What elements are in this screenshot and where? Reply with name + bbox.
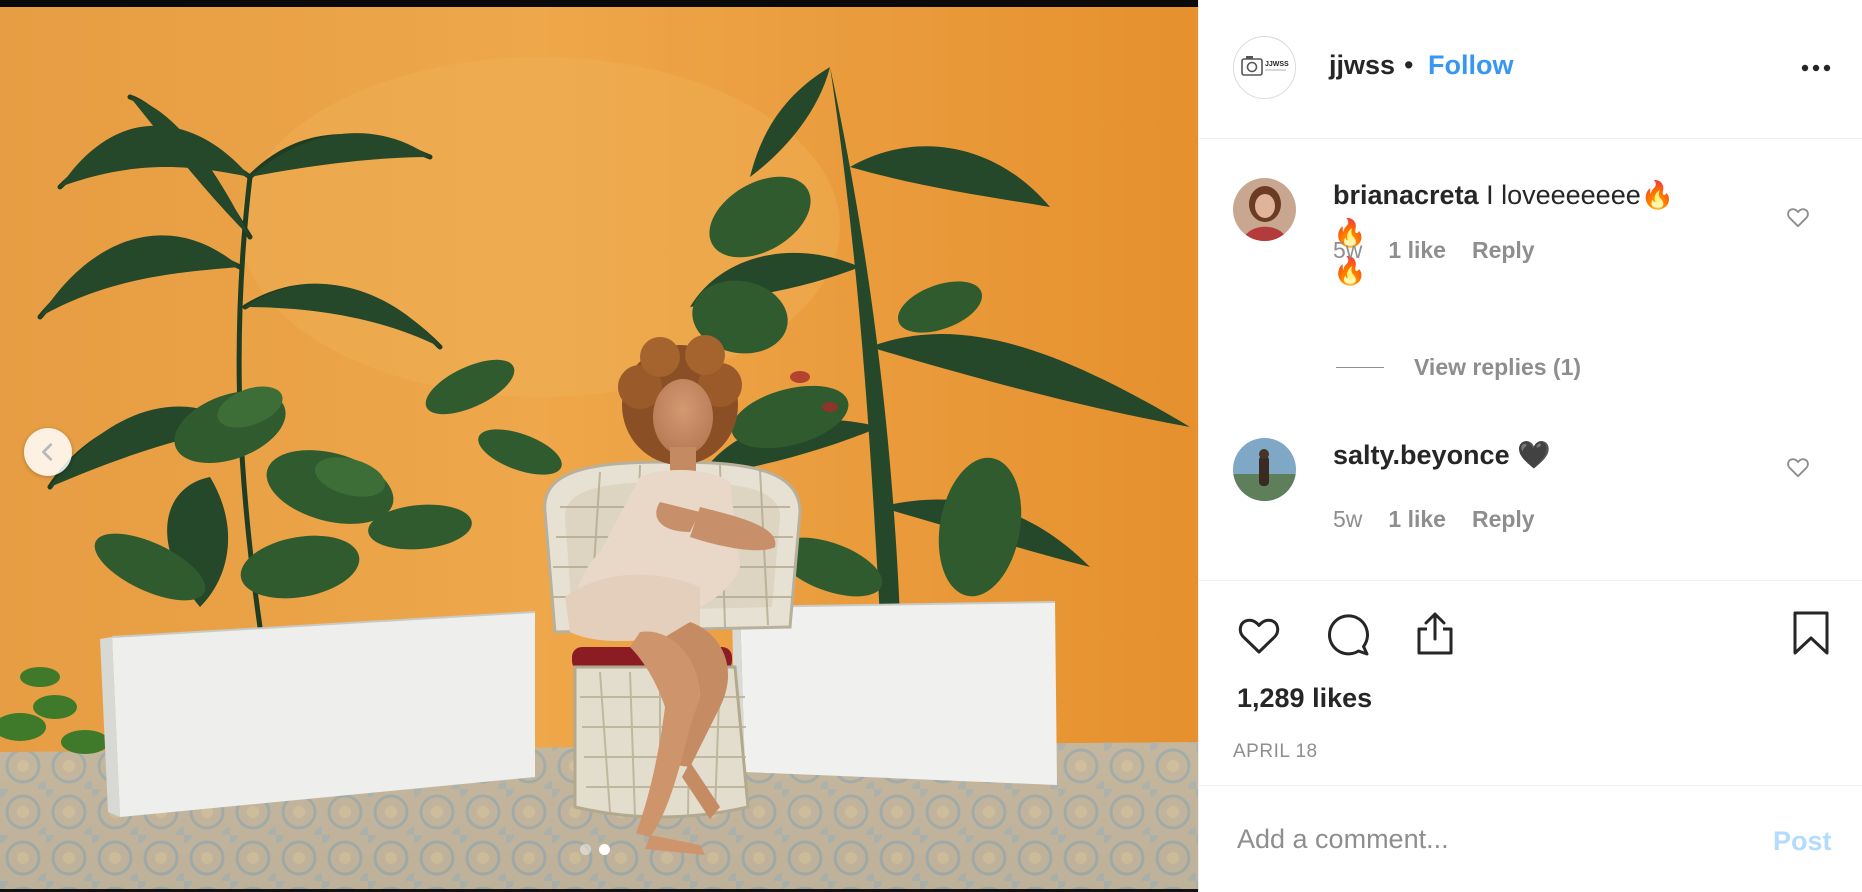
comment-username[interactable]: salty.beyonce <box>1333 440 1510 470</box>
view-replies-button[interactable]: View replies (1) <box>1336 354 1581 381</box>
post-photo-panel <box>0 0 1198 892</box>
post-photo[interactable] <box>0 7 1198 889</box>
avatar[interactable] <box>1233 178 1296 241</box>
previous-photo-button[interactable] <box>24 428 72 476</box>
post-author-username[interactable]: jjwss <box>1329 50 1395 81</box>
heart-icon[interactable] <box>1235 611 1283 659</box>
comment-age: 5w <box>1333 506 1363 532</box>
comment-meta: 5w 1 like Reply <box>1333 506 1535 533</box>
likes-count[interactable]: 1,289 likes <box>1237 683 1372 714</box>
photo-top-edge <box>0 0 1198 7</box>
replies-divider-line <box>1336 367 1384 368</box>
user-photo-icon <box>1233 438 1296 501</box>
comments-list: brianacreta I loveeeeeee🔥 🔥 🔥 5w 1 like … <box>1199 140 1862 580</box>
comment-meta: 5w 1 like Reply <box>1333 237 1535 264</box>
comment-body: brianacreta I loveeeeeee🔥 🔥 🔥 <box>1333 176 1693 290</box>
carousel-dot-active <box>599 844 610 855</box>
post-comment-button[interactable]: Post <box>1773 826 1832 857</box>
svg-text:JJWSS: JJWSS <box>1265 61 1289 68</box>
post-date[interactable]: APRIL 18 <box>1233 741 1318 763</box>
avatar[interactable] <box>1233 438 1296 501</box>
avatar[interactable]: JJWSS <box>1233 36 1296 99</box>
camera-logo-icon: JJWSS <box>1241 56 1289 76</box>
bookmark-icon[interactable] <box>1787 609 1835 657</box>
comment-like-heart-icon[interactable] <box>1785 204 1811 230</box>
share-icon[interactable] <box>1411 609 1459 657</box>
comment-like-heart-icon[interactable] <box>1785 454 1811 480</box>
view-replies-label[interactable]: View replies (1) <box>1414 354 1581 381</box>
comment-likes-count[interactable]: 1 like <box>1388 506 1446 533</box>
comment-input[interactable] <box>1237 816 1737 862</box>
follow-button[interactable]: Follow <box>1428 50 1513 81</box>
comment-body: salty.beyonce 🖤 <box>1333 436 1693 474</box>
comment-message: 🖤 <box>1517 440 1551 470</box>
comment-icon[interactable] <box>1325 611 1373 659</box>
post-actions: 1,289 likes APRIL 18 <box>1199 580 1862 785</box>
add-comment-section: Post <box>1199 785 1862 892</box>
header-separator: • <box>1404 50 1414 80</box>
post-header: JJWSS jjwss • Follow <box>1199 0 1862 139</box>
user-photo-icon <box>1233 178 1296 241</box>
comment-likes-count[interactable]: 1 like <box>1388 237 1446 264</box>
carousel-indicator <box>580 844 610 855</box>
reply-button[interactable]: Reply <box>1472 506 1535 533</box>
chevron-left-icon <box>42 443 53 461</box>
post-side-panel: JJWSS jjwss • Follow brianacreta I lovee… <box>1198 0 1862 892</box>
more-options-button[interactable] <box>1799 54 1833 82</box>
more-horizontal-icon <box>1801 64 1831 72</box>
comment-username[interactable]: brianacreta <box>1333 180 1479 210</box>
carousel-dot <box>580 844 591 855</box>
reply-button[interactable]: Reply <box>1472 237 1535 264</box>
comment-age: 5w <box>1333 237 1363 263</box>
